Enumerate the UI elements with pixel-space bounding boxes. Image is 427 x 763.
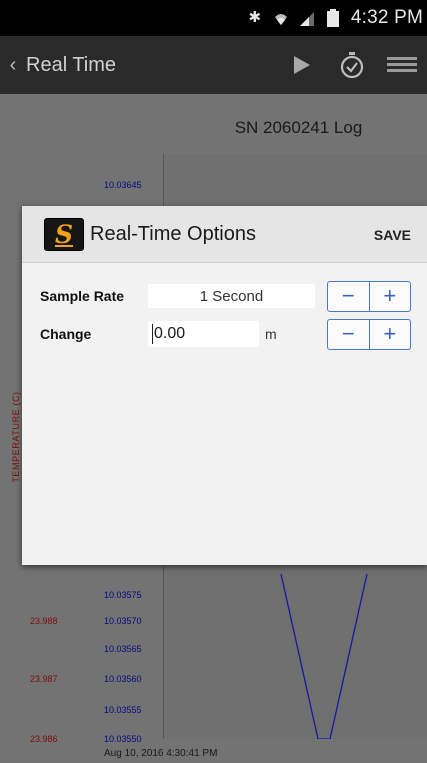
play-button[interactable] [277,36,327,94]
signal-icon [299,9,315,27]
logo-letter: S [54,219,74,249]
sample-rate-label: Sample Rate [40,288,125,304]
change-row: Change 0.00 m − + [22,318,427,350]
change-minus-button[interactable]: − [328,320,369,349]
wifi-icon [273,9,289,27]
sample-rate-field[interactable]: 1 Second [148,284,315,308]
change-input[interactable]: 0.00 [148,321,259,347]
list-view-icon [387,57,417,72]
bluetooth-icon: ✱ [248,9,262,26]
sample-rate-stepper: − + [327,280,411,312]
change-label: Change [40,326,92,342]
change-stepper: − + [327,318,411,350]
sample-rate-plus-button[interactable]: + [370,282,411,311]
app-logo-icon: S [44,217,84,251]
sample-rate-row: Sample Rate 1 Second − + [22,280,427,312]
chevron-left-icon[interactable]: ‹ [0,36,26,94]
text-caret [152,324,153,344]
list-view-button[interactable] [377,36,427,94]
sample-rate-minus-button[interactable]: − [328,282,369,311]
change-value: 0.00 [154,325,186,342]
real-time-options-dialog: S Real-Time Options SAVE Sample Rate 1 S… [22,206,427,565]
stopwatch-button[interactable] [327,36,377,94]
dialog-header: S Real-Time Options SAVE [22,206,427,263]
play-icon [294,56,310,74]
status-time: 4:32 PM [350,7,423,28]
change-unit-label: m [265,326,277,342]
save-button[interactable]: SAVE [370,206,415,263]
app-bar: ‹ Real Time [0,36,427,94]
battery-icon [325,9,341,27]
app-title: Real Time [26,53,117,76]
dialog-title: Real-Time Options [90,222,256,245]
stopwatch-icon [340,52,364,79]
status-bar: ✱ 4:32 PM [0,0,427,36]
change-plus-button[interactable]: + [370,320,411,349]
